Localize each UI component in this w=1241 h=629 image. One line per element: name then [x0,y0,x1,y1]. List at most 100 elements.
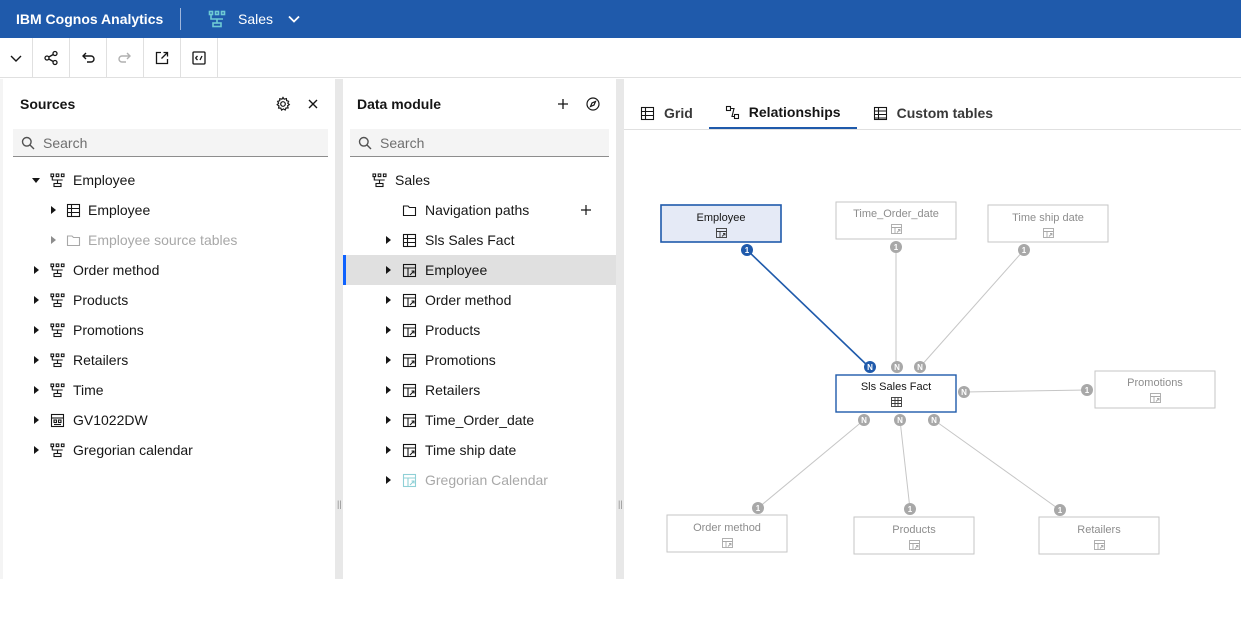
caret-right-icon[interactable] [31,265,41,275]
svg-text:N: N [931,416,937,425]
tree-item-selected[interactable]: Employee [343,255,616,285]
cardinality-badge: N [864,361,876,373]
caret-right-icon[interactable] [31,415,41,425]
node-promotions[interactable]: Promotions [1094,370,1216,409]
edge-order-method-fact[interactable] [757,419,865,509]
cardinality-badge: 1 [1054,504,1066,516]
node-label: Time ship date [1012,212,1084,224]
tree-item-root[interactable]: Sales [343,165,616,195]
linked-table-icon [402,263,417,277]
tree-item[interactable]: Retailers [343,375,616,405]
tab-custom-tables[interactable]: Custom tables [857,97,1009,129]
edge-retailers-fact[interactable] [933,419,1061,511]
caret-right-icon[interactable] [31,295,41,305]
caret-right-icon[interactable] [31,385,41,395]
caret-right-icon[interactable] [383,475,393,485]
tree-item[interactable]: Products [3,285,335,315]
tree-item[interactable]: Retailers [3,345,335,375]
compass-icon[interactable] [585,96,601,112]
undo-button[interactable] [70,38,107,78]
caret-right-icon[interactable] [383,445,393,455]
edge-time-ship-fact[interactable] [919,249,1025,368]
app-title[interactable]: IBM Cognos Analytics [0,11,180,27]
caret-right-icon[interactable] [48,235,58,245]
tree-item-label: Employee [88,202,151,218]
module-title[interactable]: Sales [238,11,273,27]
tree-item[interactable]: Time [3,375,335,405]
chevron-down-icon[interactable] [287,12,301,26]
caret-right-icon[interactable] [31,445,41,455]
data-module-tree: Sales Navigation paths Sls Sales Fact Em… [343,165,616,495]
share-button[interactable] [33,38,70,78]
panel-splitter[interactable]: || [616,79,624,579]
caret-right-icon[interactable] [383,415,393,425]
caret-right-icon[interactable] [383,235,393,245]
tree-item[interactable]: GV1022DW [3,405,335,435]
node-order-method[interactable]: Order method [666,514,788,553]
caret-right-icon[interactable] [383,265,393,275]
tree-item[interactable]: Order method [343,285,616,315]
tree-item-label: Order method [73,262,160,278]
add-icon[interactable] [555,96,571,112]
launch-button[interactable] [144,38,181,78]
caret-right-icon[interactable] [383,295,393,305]
tab-label: Grid [664,105,693,121]
redo-button[interactable] [107,38,144,78]
tree-item[interactable]: Employee [3,165,335,195]
caret-right-icon[interactable] [383,355,393,365]
sources-search[interactable]: Search [13,129,328,157]
svg-text:N: N [867,363,873,372]
node-label: Retailers [1077,524,1121,536]
node-products[interactable]: Products [853,516,975,555]
tree-item[interactable]: Employee [3,195,335,225]
folder-icon [66,234,81,246]
tree-item[interactable]: Order method [3,255,335,285]
caret-right-icon[interactable] [31,325,41,335]
tree-item[interactable]: Promotions [343,345,616,375]
tab-relationships[interactable]: Relationships [708,97,857,129]
caret-right-icon[interactable] [383,385,393,395]
edge-employee-fact[interactable] [746,249,870,368]
grid-icon [640,106,655,120]
tab-grid[interactable]: Grid [624,97,709,129]
node-sls-sales-fact[interactable]: Sls Sales Fact [835,374,957,413]
tree-item-navigation-paths[interactable]: Navigation paths [343,195,616,225]
svg-text:N: N [894,363,900,372]
node-time-order-date[interactable]: Time_Order_date [835,201,957,240]
tree-item-label: Time_Order_date [425,412,535,428]
edge-products-fact[interactable] [899,419,911,510]
caret-right-icon[interactable] [31,355,41,365]
close-icon[interactable] [305,96,321,112]
tree-item[interactable]: Time ship date [343,435,616,465]
tree-item[interactable]: Gregorian Calendar [343,465,616,495]
search-input[interactable]: Search [43,135,87,151]
node-label: Employee [697,212,746,224]
collapse-button[interactable] [0,38,33,78]
tree-item[interactable]: Sls Sales Fact [343,225,616,255]
node-employee[interactable]: Employee [660,204,782,243]
data-module-search[interactable]: Search [350,129,609,157]
caret-down-icon[interactable] [31,175,41,185]
tree-item[interactable]: Gregorian calendar [3,435,335,465]
sources-panel: Sources Search Employee Employee Employe… [0,79,335,579]
tree-item-label: Employee source tables [88,232,238,248]
tree-item[interactable]: Products [343,315,616,345]
caret-right-icon[interactable] [383,325,393,335]
cardinality-badge: 1 [904,503,916,515]
add-icon[interactable] [580,204,592,216]
edge-promotions-fact[interactable] [963,389,1088,393]
table-icon [402,233,417,247]
node-time-ship-date[interactable]: Time ship date [987,204,1109,243]
caret-right-icon[interactable] [48,205,58,215]
node-retailers[interactable]: Retailers [1038,516,1160,555]
settings-icon[interactable] [275,96,291,112]
tree-item[interactable]: Employee source tables [3,225,335,255]
search-input[interactable]: Search [380,135,424,151]
panel-splitter[interactable]: || [335,79,343,579]
tree-item[interactable]: Time_Order_date [343,405,616,435]
relationship-diagram[interactable]: Employee Time_Order_date Time ship date … [624,129,1241,629]
svg-text:1: 1 [756,504,761,513]
validate-button[interactable] [181,38,218,78]
tree-item[interactable]: Promotions [3,315,335,345]
folder-icon [402,204,417,216]
